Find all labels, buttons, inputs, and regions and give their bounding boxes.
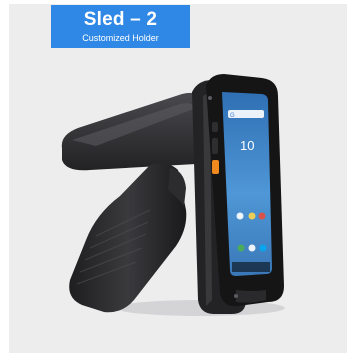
screen-clock: 10 (240, 138, 254, 153)
side-button-orange (212, 160, 219, 174)
screw-top (208, 96, 212, 100)
screw-bottom (234, 294, 238, 298)
screen-google-g: G (230, 113, 235, 119)
product-image: G 10 (61, 74, 285, 316)
screen-nav-bar (232, 262, 270, 272)
side-button-mid (212, 138, 218, 154)
side-button-upper (212, 122, 218, 132)
sled-bottom-clip (236, 290, 266, 303)
